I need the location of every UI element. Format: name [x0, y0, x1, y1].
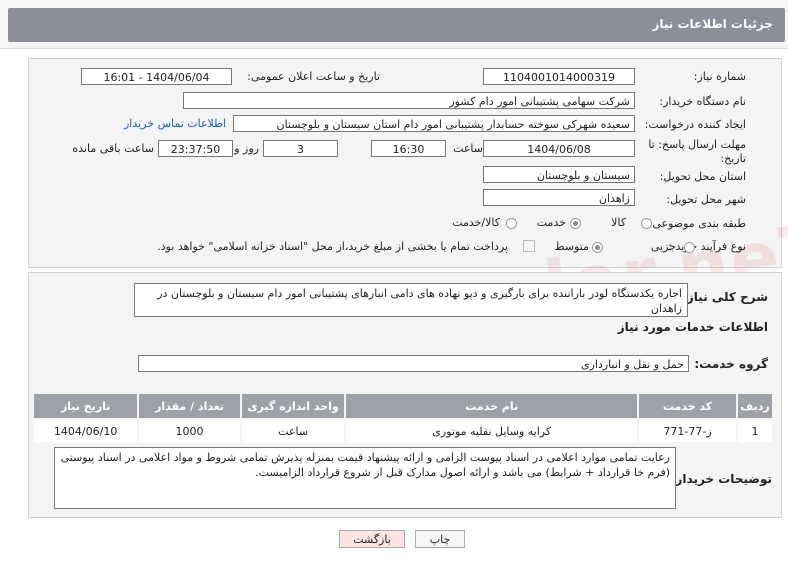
deadline-label: مهلت ارسال پاسخ: تا: [648, 138, 746, 151]
need-number-label: شماره نیاز:: [693, 70, 746, 83]
category-radio-goods[interactable]: [641, 218, 652, 229]
col-service-code: کد خدمت: [637, 392, 739, 420]
print-button[interactable]: چاپ: [415, 530, 465, 548]
payment-note: پرداخت تمام یا بخشی از مبلغ خرید،از محل …: [157, 240, 508, 253]
deadline-date-field: 1404/06/08: [483, 140, 635, 157]
category-radio-goods-service[interactable]: [506, 218, 517, 229]
services-table-header: ردیف کد خدمت نام خدمت واحد اندازه گیری ت…: [31, 392, 774, 420]
cell-unit: ساعت: [239, 418, 347, 444]
announce-label: تاریخ و ساعت اعلان عمومی:: [247, 70, 380, 83]
buyer-contact-link[interactable]: اطلاعات تماس خریدار: [124, 117, 226, 130]
days-label: روز و: [234, 142, 259, 155]
requester-label: ایجاد کننده درخواست:: [644, 118, 746, 131]
col-need-date: تاریخ نیاز: [31, 392, 140, 420]
col-quantity: تعداد / مقدار: [137, 392, 242, 420]
category-radio-service[interactable]: [570, 218, 581, 229]
category-option-goods-service: کالا/خدمت: [452, 216, 500, 229]
need-number-field: 1104001014000319: [483, 68, 635, 85]
cell-row: 1: [736, 418, 774, 444]
services-section-title: اطلاعات خدمات مورد نیاز: [617, 320, 768, 334]
page-header: جزئیات اطلاعات نیاز: [0, 0, 788, 49]
city-label: شهر محل تحویل:: [666, 193, 746, 206]
col-unit: واحد اندازه گیری: [239, 392, 347, 420]
remaining-label: ساعت باقی مانده: [72, 142, 154, 155]
back-button[interactable]: بازگشت: [339, 530, 405, 548]
time-label: ساعت: [453, 142, 483, 155]
cell-quantity: 1000: [137, 418, 242, 444]
buyer-notes-field: رعایت تمامی موارد اعلامی در اسناد پیوست …: [54, 447, 676, 509]
remaining-time-field: 23:37:50: [158, 140, 233, 157]
services-table: ردیف کد خدمت نام خدمت واحد اندازه گیری ت…: [31, 392, 774, 444]
cell-service-code: ز-77-771: [637, 418, 739, 444]
col-row: ردیف: [736, 392, 774, 420]
deadline-label-2: تاریخ:: [720, 152, 746, 165]
city-field: زاهدان: [483, 189, 635, 206]
buyer-org-label: نام دستگاه خریدار:: [659, 95, 746, 108]
province-field: سیستان و بلوچستان: [483, 166, 635, 183]
cell-service-name: کرایه وسایل نقلیه موتوری: [344, 418, 640, 444]
category-option-service: خدمت: [536, 216, 566, 229]
table-row: 1 ز-77-771 کرایه وسایل نقلیه موتوری ساعت…: [31, 418, 774, 444]
cell-need-date: 1404/06/10: [31, 418, 140, 444]
title-bar: جزئیات اطلاعات نیاز: [8, 8, 785, 42]
requester-field: سعیده شهرکی سوخته حسابدار پشتیبانی امور …: [233, 115, 635, 132]
deadline-time-field: 16:30: [371, 140, 446, 157]
need-summary-label: شرح کلی نیاز:: [682, 290, 768, 304]
page-title: جزئیات اطلاعات نیاز: [652, 17, 773, 31]
buyer-org-field: شرکت سهامی پشتیبانی امور دام کشور: [183, 92, 635, 109]
days-field: 3: [263, 140, 338, 157]
col-service-name: نام خدمت: [344, 392, 640, 420]
service-group-label: گروه خدمت:: [694, 357, 768, 371]
buyer-notes-label: توضیحات خریدار:: [670, 472, 772, 486]
province-label: استان محل تحویل:: [659, 170, 746, 183]
announce-field: 1404/06/04 - 16:01: [81, 68, 232, 85]
category-option-goods: کالا: [611, 216, 626, 229]
service-group-field: حمل و نقل و انبارداری: [138, 355, 689, 372]
need-summary-field: اجاره یکدستگاه لودر باراننده برای بارگیر…: [134, 283, 688, 317]
